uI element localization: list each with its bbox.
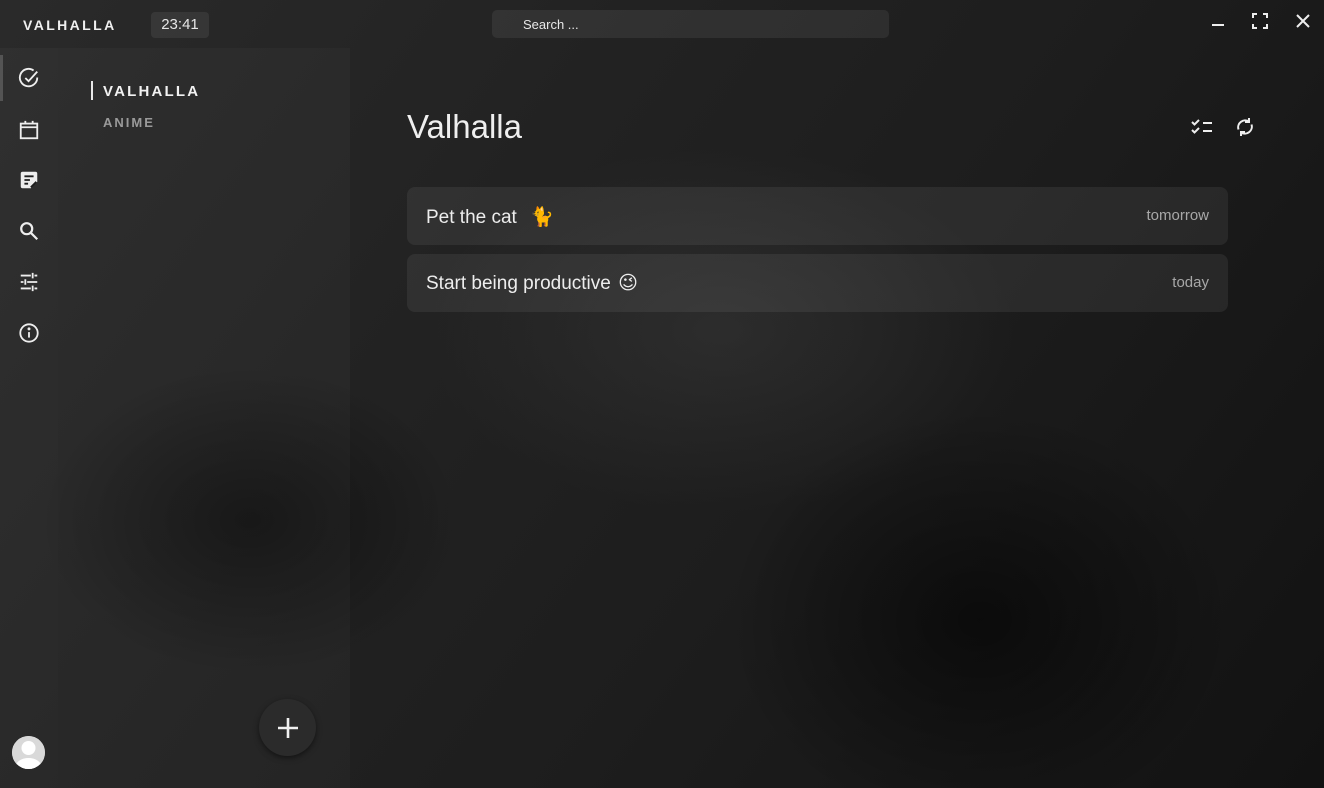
rail-item-settings[interactable] (0, 259, 58, 305)
task-title-text: Pet the cat (426, 207, 517, 228)
sliders-icon (20, 272, 38, 292)
add-list-button[interactable] (259, 699, 316, 756)
list-item-valhalla[interactable]: VALHALLA (103, 83, 200, 100)
info-icon (19, 323, 39, 343)
title-bar: VALHALLA 23:41 (0, 0, 1324, 48)
task-card[interactable]: Pet the cat 🐈 tomorrow (407, 187, 1228, 245)
search-box[interactable] (492, 10, 889, 38)
cat-emoji: 🐈 (530, 207, 554, 228)
fullscreen-button[interactable] (1249, 10, 1271, 32)
clock: 23:41 (151, 12, 209, 38)
minimize-button[interactable] (1207, 10, 1229, 32)
minimize-icon (1212, 24, 1224, 26)
wink-emoji: 😉 (618, 273, 638, 294)
calendar-icon (19, 120, 39, 140)
active-list-indicator (91, 81, 93, 100)
rail-item-search[interactable] (0, 208, 58, 254)
close-icon (1296, 14, 1310, 28)
task-title: Pet the cat 🐈 (426, 205, 554, 229)
task-due-date: tomorrow (1146, 207, 1209, 224)
task-title-text: Start being productive (426, 273, 611, 294)
search-icon (20, 222, 39, 241)
avatar-icon (12, 736, 45, 769)
search-input[interactable] (492, 10, 889, 38)
rail-item-notes[interactable] (0, 157, 58, 203)
sync-button[interactable] (1233, 115, 1257, 139)
lists-panel: VALHALLA ANIME (58, 48, 350, 788)
rail-item-tasks[interactable] (0, 55, 58, 101)
icon-rail (0, 48, 58, 788)
sync-icon (1237, 118, 1253, 136)
list-item-anime[interactable]: ANIME (103, 115, 155, 130)
task-due-date: today (1172, 274, 1209, 291)
fullscreen-icon (1252, 13, 1268, 29)
app-name: VALHALLA (23, 17, 117, 33)
rail-item-info[interactable] (0, 310, 58, 356)
task-title: Start being productive 😉 (426, 272, 638, 295)
note-edit-icon (20, 171, 38, 189)
rail-item-calendar[interactable] (0, 107, 58, 153)
toggle-completed-button[interactable] (1190, 115, 1214, 139)
page-title: Valhalla (407, 108, 522, 145)
task-card[interactable]: Start being productive 😉 today (407, 254, 1228, 312)
avatar[interactable] (12, 736, 45, 769)
check-circle-icon (18, 67, 39, 88)
checklist-icon (1191, 119, 1212, 134)
plus-icon (277, 717, 298, 738)
close-button[interactable] (1292, 10, 1314, 32)
